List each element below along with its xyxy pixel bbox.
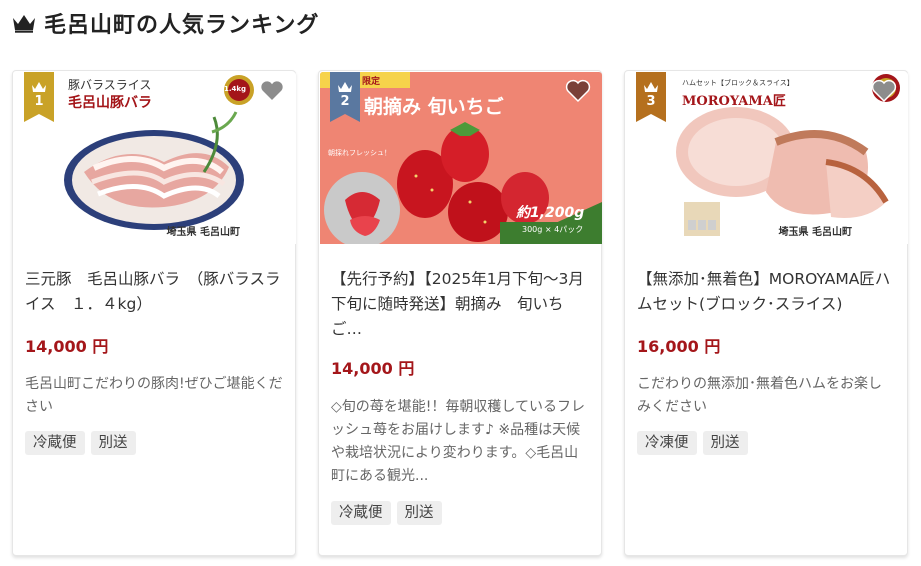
crown-icon — [13, 15, 35, 33]
rank-badge-2: 2 — [330, 72, 360, 122]
image-text-headline: 朝摘み 旬いちご — [364, 96, 504, 118]
product-price: 14,000 円 — [331, 359, 415, 378]
tag-list: 冷蔵便 別送 — [331, 501, 442, 525]
tag-separate: 別送 — [702, 431, 748, 455]
product-image-3[interactable]: ハムセット【ブロック＆スライス】 MOROYAMA匠 埼玉県 毛呂山町 — [626, 72, 908, 244]
tag-separate: 別送 — [90, 431, 136, 455]
image-text-limited: 限定 — [362, 77, 381, 87]
tag-separate: 別送 — [396, 501, 442, 525]
product-name[interactable]: 【先行予約】【2025年1月下旬～3月下旬に随時発送】朝摘み 旬いちご… — [331, 267, 591, 342]
image-text-sub: 300g × 4パック — [522, 225, 584, 234]
product-card-2[interactable]: 限定 朝摘み 旬いちご 朝採れフレッシュ！ 約1,200g 300g × 4パッ… — [318, 70, 602, 556]
image-text-amount: 約1,200g — [516, 205, 585, 221]
rank-badge-3: 3 — [636, 72, 666, 122]
product-price: 14,000 円 — [25, 337, 109, 356]
image-text-line2: 毛呂山豚バラ — [68, 95, 152, 111]
heart-icon[interactable] — [259, 79, 285, 103]
heart-icon[interactable] — [871, 79, 897, 103]
image-text-line1: 豚バラスライス — [68, 78, 152, 92]
page-title: 毛呂山町の人気ランキング — [44, 13, 320, 38]
product-card-3[interactable]: ハムセット【ブロック＆スライス】 MOROYAMA匠 埼玉県 毛呂山町 3 【無… — [624, 70, 908, 556]
product-image-2[interactable]: 限定 朝摘み 旬いちご 朝採れフレッシュ！ 約1,200g 300g × 4パッ… — [320, 72, 602, 244]
ranking-header: 毛呂山町の人気ランキング — [12, 8, 319, 38]
image-text-footer: 埼玉県 毛呂山町 — [778, 227, 852, 238]
product-card-1[interactable]: 豚バラスライス 毛呂山豚バラ 1.4kg 埼玉県 毛呂山町 1 三元豚 毛呂山豚… — [12, 70, 296, 556]
image-text-brand: MOROYAMA匠 — [682, 94, 786, 109]
product-image-1[interactable]: 豚バラスライス 毛呂山豚バラ 1.4kg 埼玉県 毛呂山町 — [14, 72, 296, 244]
image-text-footer: 埼玉県 毛呂山町 — [166, 227, 240, 238]
rank-number: 3 — [646, 94, 656, 109]
product-name[interactable]: 三元豚 毛呂山豚バラ （豚バラスライス １．４kg） — [25, 267, 285, 317]
tag-list: 冷蔵便 別送 — [25, 431, 136, 455]
tag-shipping: 冷蔵便 — [331, 501, 391, 525]
image-text-badge: 1.4kg — [224, 85, 247, 93]
image-text-small: ハムセット【ブロック＆スライス】 — [682, 79, 794, 87]
product-name[interactable]: 【無添加･無着色】MOROYAMA匠ハムセット(ブロック･スライス) — [637, 267, 897, 317]
product-description: こだわりの無添加･無着色ハムをお楽しみください — [637, 376, 882, 415]
image-text-fresh: 朝採れフレッシュ！ — [328, 149, 391, 157]
product-price: 16,000 円 — [637, 337, 721, 356]
rank-number: 1 — [34, 94, 44, 109]
tag-list: 冷凍便 別送 — [637, 431, 748, 455]
tag-shipping: 冷凍便 — [637, 431, 697, 455]
product-description: ◇旬の苺を堪能!！毎朝収穫しているフレッシュ苺をお届けします♪ ※品種は天候や栽… — [331, 399, 585, 484]
heart-icon[interactable] — [565, 79, 591, 103]
product-description: 毛呂山町こだわりの豚肉!ぜひご堪能ください — [25, 376, 283, 415]
rank-badge-1: 1 — [24, 72, 54, 122]
rank-number: 2 — [340, 94, 350, 109]
tag-shipping: 冷蔵便 — [25, 431, 85, 455]
